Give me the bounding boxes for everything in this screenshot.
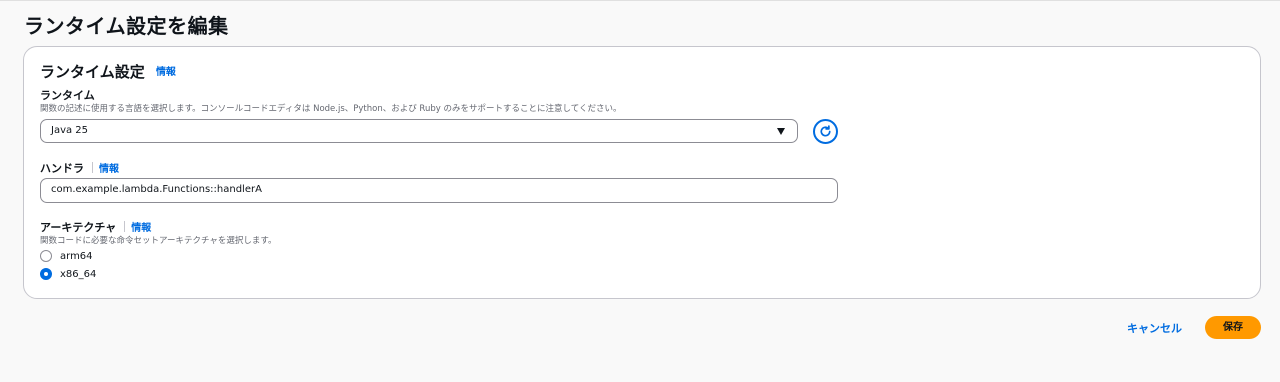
runtime-settings-card: ランタイム設定 情報 ランタイム 関数の記述に使用する言語を選択します。コンソー… [23, 46, 1261, 299]
card-header: ランタイム設定 情報 [40, 61, 176, 82]
handler-input[interactable]: com.example.lambda.Functions::handlerA [40, 178, 838, 203]
architecture-info-link[interactable]: 情報 [131, 223, 151, 234]
label-separator [92, 162, 93, 173]
top-divider [0, 0, 1280, 1]
radio-option-x86_64[interactable]: x86_64 [40, 268, 96, 280]
radio-button[interactable] [40, 250, 52, 262]
runtime-description: 関数の記述に使用する言語を選択します。コンソールコードエディタは Node.js… [40, 104, 622, 114]
architecture-label-row: アーキテクチャ 情報 [40, 219, 151, 235]
runtime-select[interactable]: Java 25 [40, 119, 798, 143]
label-separator [124, 221, 126, 232]
cancel-button[interactable]: キャンセル [1127, 320, 1182, 336]
handler-label: ハンドラ [40, 162, 84, 175]
handler-input-value: com.example.lambda.Functions::handlerA [51, 184, 262, 195]
refresh-icon [820, 125, 831, 137]
architecture-description: 関数コードに必要な命令セットアーキテクチャを選択します。 [40, 236, 277, 246]
save-button[interactable]: 保存 [1205, 316, 1261, 339]
radio-button-selected[interactable] [40, 268, 52, 280]
architecture-label: アーキテクチャ [40, 221, 117, 234]
refresh-button[interactable] [813, 119, 838, 144]
card-info-link[interactable]: 情報 [156, 67, 176, 78]
handler-label-row: ハンドラ 情報 [40, 160, 119, 176]
page-title: ランタイム設定を編集 [24, 14, 229, 38]
card-title: ランタイム設定 [40, 63, 145, 81]
radio-label: arm64 [60, 250, 93, 262]
radio-label: x86_64 [60, 268, 97, 280]
caret-down-icon [777, 128, 785, 135]
runtime-label: ランタイム [40, 89, 95, 102]
handler-info-link[interactable]: 情報 [99, 164, 119, 175]
radio-option-arm64[interactable]: arm64 [40, 250, 93, 262]
runtime-selected-value: Java 25 [51, 125, 89, 136]
